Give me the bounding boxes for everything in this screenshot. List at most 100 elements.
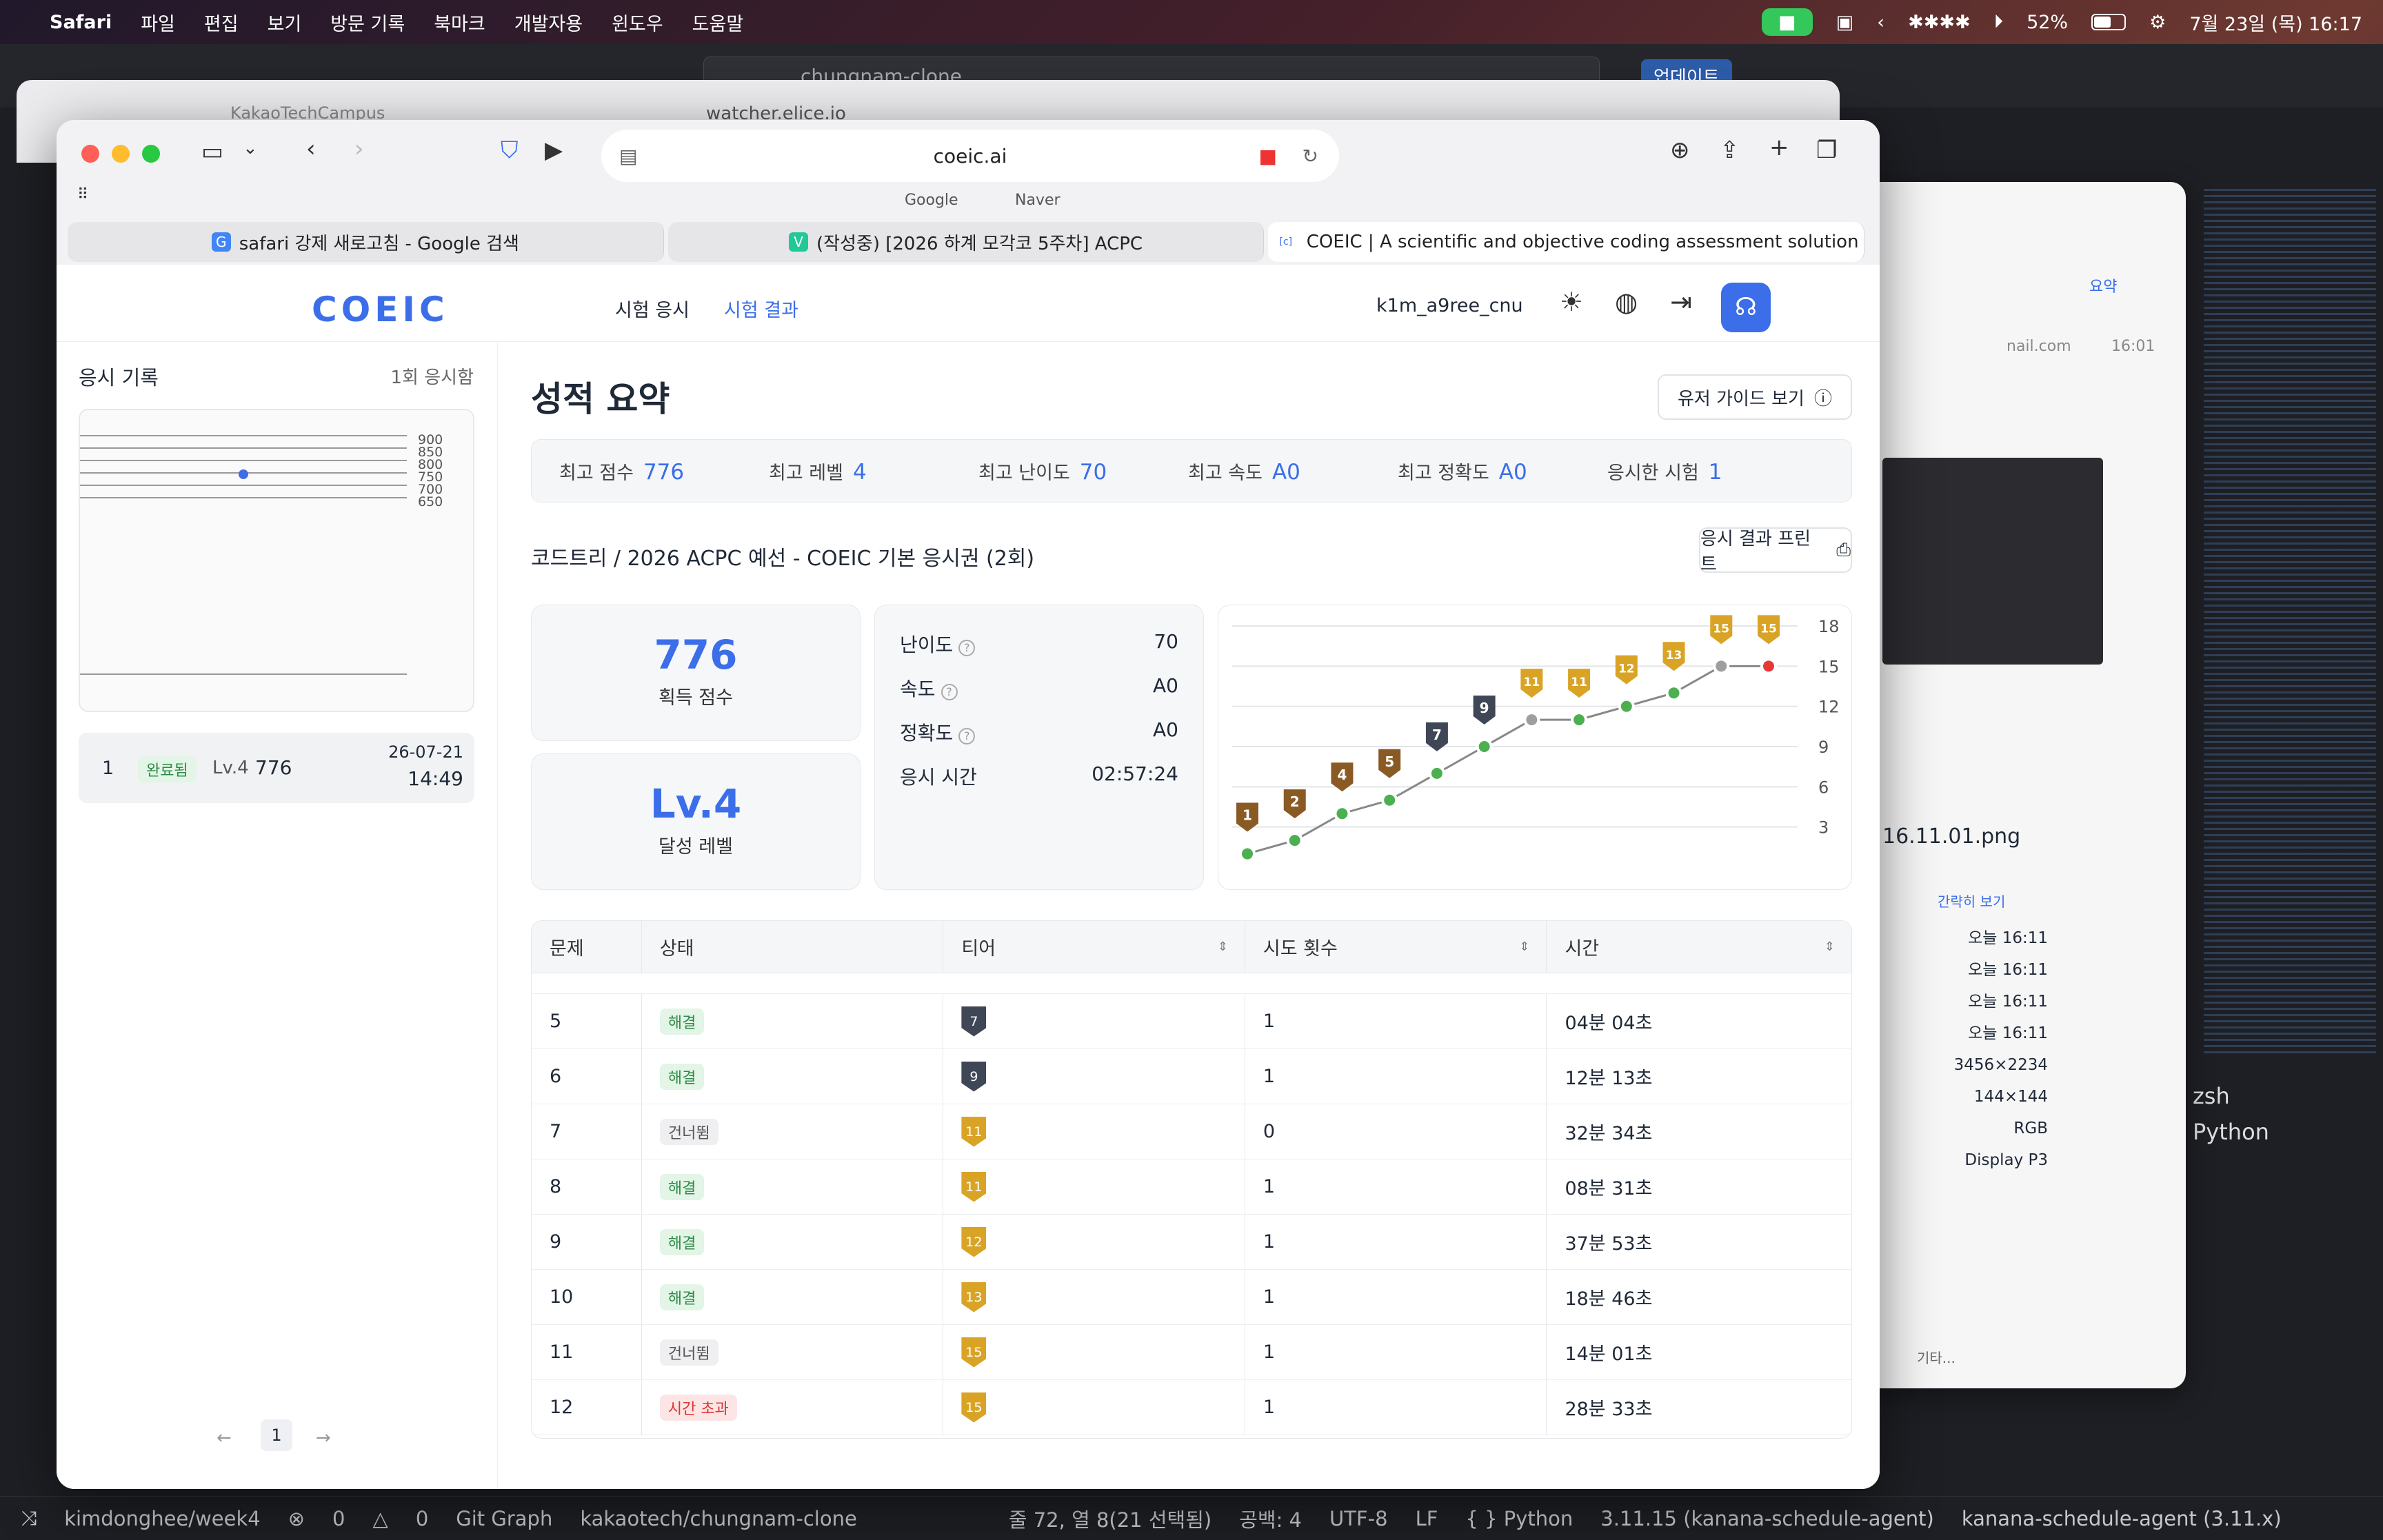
- menu-item[interactable]: 윈도우: [612, 9, 663, 36]
- user-guide-button[interactable]: 유저 가이드 보기 ⓘ: [1658, 374, 1852, 420]
- privacy-shield-icon[interactable]: ⛉: [501, 136, 519, 164]
- minimize-window-button[interactable]: [112, 145, 130, 163]
- theme-sun-icon[interactable]: ☀: [1560, 287, 1583, 317]
- site-logo[interactable]: COEIC: [312, 290, 449, 330]
- warnings-count[interactable]: 0: [416, 1507, 428, 1530]
- menu-item[interactable]: 파일: [141, 9, 175, 36]
- table-row[interactable]: 9 해결 12 1 37분 53초: [532, 1215, 1851, 1270]
- eol[interactable]: LF: [1416, 1507, 1438, 1530]
- table-row[interactable]: 10 해결 13 1 18분 46초: [532, 1270, 1851, 1325]
- table-row[interactable]: 5 해결 7 1 04분 04초: [532, 994, 1851, 1049]
- encoding[interactable]: UTF-8: [1329, 1507, 1388, 1530]
- brief-link[interactable]: 간략히 보기: [1938, 891, 2005, 911]
- page-number[interactable]: 1: [261, 1419, 292, 1451]
- bookmark-google[interactable]: Google: [905, 192, 958, 209]
- help-icon[interactable]: ?: [958, 640, 976, 656]
- address-bar[interactable]: ▤ coeic.ai ■ ↻: [601, 130, 1339, 182]
- tab-velog[interactable]: V (작성중) [2026 하계 모각코 5주차] ACPC: [667, 222, 1265, 262]
- reader-icon[interactable]: ▤: [619, 145, 637, 168]
- table-row[interactable]: 11 건너뜀 15 1 14분 01초: [532, 1325, 1851, 1380]
- sort-icon[interactable]: ⇕: [1519, 940, 1529, 954]
- reload-icon[interactable]: ↻: [1303, 145, 1318, 168]
- other-button[interactable]: 기타...: [1917, 1347, 1955, 1367]
- chevron-left-icon[interactable]: ‹: [1877, 12, 1884, 33]
- support-headset-icon[interactable]: ☊: [1721, 283, 1771, 332]
- menu-item[interactable]: 북마크: [434, 9, 485, 36]
- thumbnail[interactable]: [1882, 458, 2103, 665]
- logout-icon[interactable]: ⇥: [1670, 287, 1692, 317]
- share-icon[interactable]: ⇪: [1720, 136, 1740, 164]
- battery-icon[interactable]: [2091, 14, 2126, 30]
- forward-icon[interactable]: ›: [354, 135, 364, 163]
- terminal-python[interactable]: Python: [2193, 1114, 2269, 1150]
- datetime[interactable]: 7월 23일 (목) 16:17: [2189, 9, 2362, 36]
- bookmark-naver[interactable]: Naver: [1015, 192, 1060, 209]
- interpreter[interactable]: 3.11.15 (kanana-schedule-agent): [1600, 1507, 1934, 1530]
- grid-icon[interactable]: ⠿: [77, 186, 88, 203]
- language-globe-icon[interactable]: ◍: [1615, 287, 1638, 317]
- table-row[interactable]: 7 건너뜀 11 0 32분 34초: [532, 1104, 1851, 1159]
- back-icon[interactable]: ‹: [306, 135, 316, 163]
- chevron-down-icon[interactable]: ⌄: [243, 138, 258, 159]
- col-header[interactable]: 상태: [642, 921, 944, 973]
- control-center-icon[interactable]: ⚙: [2149, 12, 2166, 33]
- media-icon[interactable]: ▶: [545, 136, 563, 164]
- language-mode[interactable]: { } Python: [1465, 1507, 1573, 1530]
- username[interactable]: k1m_a9ree_cnu: [1376, 295, 1523, 316]
- new-tab-icon[interactable]: +: [1769, 134, 1789, 161]
- page-prev-icon[interactable]: ←: [217, 1428, 232, 1448]
- folder-label[interactable]: kakaotech/chungnam-clone: [580, 1507, 856, 1530]
- table-body[interactable]: 5 해결 7 1 04분 04초 6 해결 9 1 12분 13초 7 건너뜀 11 0 32분 34초 8 해…: [532, 994, 1851, 1435]
- col-header-attempts[interactable]: 시도 횟수 ⇕: [1245, 921, 1547, 973]
- table-row[interactable]: 6 해결 9 1 12분 13초: [532, 1049, 1851, 1104]
- url-text[interactable]: coeic.ai: [934, 145, 1007, 168]
- spaces[interactable]: 공백: 4: [1239, 1504, 1302, 1533]
- level-card: Lv.4 달성 레벨: [531, 753, 861, 890]
- warnings-icon[interactable]: △: [373, 1507, 388, 1530]
- remote-icon[interactable]: ⤨: [21, 1506, 37, 1530]
- menu-item[interactable]: 도움말: [692, 9, 744, 36]
- terminal-shell[interactable]: zsh: [2193, 1078, 2269, 1114]
- facetime-icon[interactable]: ■: [1761, 8, 1813, 36]
- env[interactable]: kanana-schedule-agent (3.11.x): [1962, 1507, 2282, 1530]
- minimap[interactable]: [2204, 189, 2376, 1057]
- people-icon[interactable]: ✱✱✱✱: [1908, 12, 1971, 33]
- tab-coeic[interactable]: [c] COEIC | A scientific and objective co…: [1268, 222, 1865, 262]
- errors-icon[interactable]: ⊗: [288, 1507, 305, 1530]
- help-icon[interactable]: ?: [958, 728, 976, 744]
- col-header-time[interactable]: 시간 ⇕: [1547, 921, 1851, 973]
- history-entry[interactable]: 1 완료됨 Lv.4 776 26-07-21 14:49: [79, 733, 474, 803]
- nav-results[interactable]: 시험 결과: [724, 295, 798, 322]
- recording-icon[interactable]: ■: [1259, 145, 1277, 168]
- tab-google[interactable]: Gsafari 강제 새로고침 - Google 검색: [68, 222, 664, 262]
- close-window-button[interactable]: [81, 145, 99, 163]
- git-graph[interactable]: Git Graph: [456, 1507, 552, 1530]
- sidebar-toggle-icon[interactable]: ▭: [201, 138, 223, 165]
- table-row[interactable]: 8 해결 11 1 08분 31초: [532, 1159, 1851, 1215]
- errors-count[interactable]: 0: [332, 1507, 345, 1530]
- print-results-button[interactable]: 응시 결과 프린트 ⎙: [1699, 527, 1852, 575]
- play-circle-icon[interactable]: ⏵: [1994, 11, 2004, 33]
- sort-icon[interactable]: ⇕: [1218, 940, 1228, 954]
- zoom-window-button[interactable]: [142, 145, 160, 163]
- help-icon[interactable]: ?: [941, 684, 958, 700]
- menu-item[interactable]: 방문 기록: [330, 9, 405, 36]
- menu-item[interactable]: 보기: [268, 9, 302, 36]
- summary-link[interactable]: 요약: [2089, 274, 2117, 296]
- menu-item[interactable]: 개발자용: [514, 9, 583, 36]
- page-next-icon[interactable]: →: [316, 1428, 331, 1448]
- mini-point[interactable]: [239, 469, 248, 479]
- tab-overview-icon[interactable]: ❐: [1816, 136, 1837, 164]
- menu-app-name[interactable]: Safari: [50, 12, 112, 33]
- col-header-tier[interactable]: 티어 ⇕: [943, 921, 1245, 973]
- col-header[interactable]: 문제: [532, 921, 642, 973]
- score-label: 획득 점수: [658, 687, 733, 709]
- nav-exam[interactable]: 시험 응시: [615, 295, 690, 322]
- table-row[interactable]: 12 시간 초과 15 1 28분 33초: [532, 1380, 1851, 1435]
- menu-item[interactable]: 편집: [204, 9, 239, 36]
- branch-label[interactable]: kimdonghee/week4: [64, 1507, 261, 1530]
- download-icon[interactable]: ⊕: [1670, 136, 1690, 164]
- sort-icon[interactable]: ⇕: [1824, 940, 1835, 954]
- text-input-icon[interactable]: ▣: [1836, 12, 1854, 33]
- cursor-position[interactable]: 줄 72, 열 8(21 선택됨): [1009, 1504, 1211, 1533]
